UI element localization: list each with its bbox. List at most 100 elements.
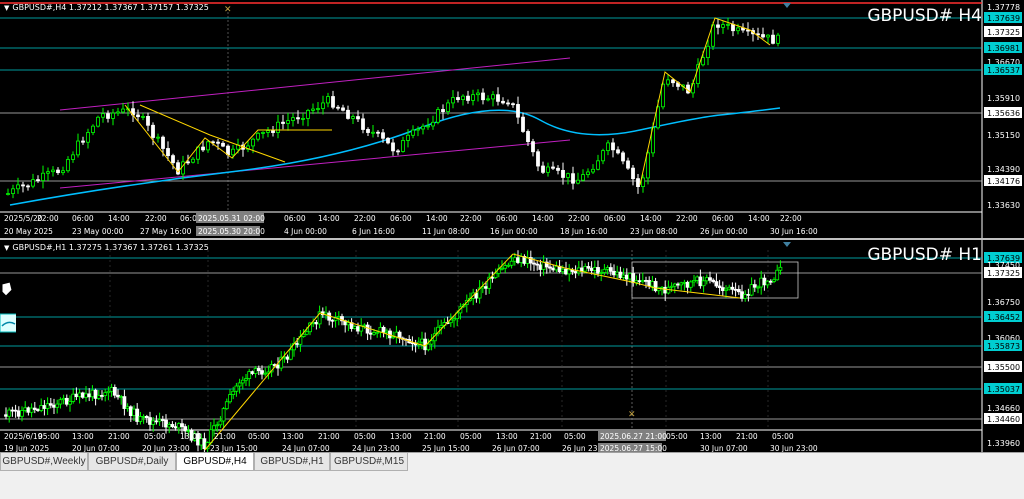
- h1-chart-canvas[interactable]: ✕1.376391.374501.373251.367501.364521.36…: [0, 240, 1024, 452]
- h1-candle: [116, 394, 120, 398]
- h1-candle: [624, 274, 629, 280]
- h1-candle: [778, 266, 783, 271]
- h1-candle: [84, 393, 88, 398]
- h1-candle: [644, 279, 648, 282]
- time-label: 14:00: [318, 214, 340, 223]
- chart-tab[interactable]: GBPUSD#,M15: [330, 453, 408, 471]
- h1-candle: [132, 408, 136, 417]
- h4-chart-canvas[interactable]: ✕ 1.377781.376391.373251.369811.366701.36…: [0, 0, 1024, 238]
- time-label: 06:00: [604, 214, 626, 223]
- chart-tab[interactable]: GBPUSD#,Weekly: [0, 453, 88, 471]
- h1-candle: [554, 265, 559, 271]
- h4-candle: [296, 117, 300, 120]
- h1-candle: [215, 424, 220, 427]
- h4-candle: [51, 169, 55, 173]
- h1-candle: [506, 264, 511, 267]
- time-label: 22:00: [460, 214, 482, 223]
- price-label: 1.33960: [987, 439, 1020, 448]
- price-label: 1.37325: [987, 269, 1020, 278]
- h1-candle: [336, 316, 341, 319]
- h4-candle: [586, 171, 590, 175]
- price-label: 1.37639: [987, 14, 1020, 23]
- h1-candle: [650, 281, 655, 287]
- h1-candle: [112, 387, 117, 396]
- h1-candle: [759, 277, 764, 288]
- h1-candle: [80, 392, 85, 398]
- h1-candle: [717, 285, 722, 288]
- h4-ohlc-text: GBPUSD#,H4 1.37212 1.37367 1.37157 1.373…: [12, 3, 209, 12]
- h1-candle: [295, 343, 300, 345]
- price-label: 1.34390: [987, 165, 1020, 174]
- h1-candle: [218, 420, 223, 426]
- chart-tab[interactable]: GBPUSD#,Daily: [88, 453, 176, 471]
- h1-candle: [535, 263, 540, 266]
- h4-candle: [31, 179, 35, 187]
- h1-candle: [711, 279, 716, 282]
- h1-candle: [429, 340, 434, 345]
- date-label: 2025.05.30 20:00: [198, 227, 265, 236]
- h1-candle: [135, 408, 140, 422]
- h4-candle: [576, 179, 580, 184]
- chart-tab[interactable]: GBPUSD#,H4: [176, 453, 254, 471]
- h4-candle: [726, 23, 730, 26]
- h1-candle: [202, 438, 207, 450]
- h1-candle: [365, 324, 370, 334]
- h4-candle: [56, 169, 60, 174]
- h1-candle: [551, 267, 556, 271]
- h1-candle: [676, 283, 680, 286]
- h1-candle: [314, 321, 319, 325]
- h1-candle: [208, 429, 213, 443]
- time-label: 05:00: [666, 432, 688, 441]
- chart-tab[interactable]: GBPUSD#,H1: [254, 453, 330, 471]
- h1-candle: [637, 280, 642, 283]
- h4-candle: [321, 102, 325, 109]
- price-label: 1.36537: [987, 66, 1020, 75]
- time-label: 22:00: [780, 214, 802, 223]
- h4-candle: [136, 114, 140, 118]
- h1-candle: [170, 424, 175, 428]
- h1-candle: [100, 394, 104, 397]
- h1-candle: [634, 280, 639, 284]
- h1-candle: [160, 419, 165, 421]
- h1-candle: [672, 283, 677, 287]
- time-label: 22:00: [354, 214, 376, 223]
- h1-candle: [589, 267, 594, 271]
- h1-candle: [87, 393, 92, 398]
- h1-candle: [490, 276, 495, 279]
- h1-chart-panel[interactable]: ✕ 1.37639 1.37450 1.37325 1.36750 1.36452 1.36…: [0, 240, 1024, 452]
- h4-candle: [86, 132, 90, 143]
- h4-candle: [261, 132, 265, 134]
- date-label: 2025.06.27 15:00: [600, 444, 667, 452]
- h4-candle: [636, 178, 640, 188]
- h4-candle: [401, 140, 405, 152]
- h4-candle: [591, 168, 595, 173]
- h4-chart-panel[interactable]: ✕ 1.37778 1.37639 1.37325 1.36981 1.36670 1.36…: [0, 0, 1024, 238]
- h4-candle: [766, 34, 770, 38]
- h1-candle: [247, 371, 252, 379]
- time-label: 22:00: [145, 214, 167, 223]
- h4-candle: [561, 169, 565, 178]
- h1-candle: [516, 257, 520, 263]
- pen-tool-icon[interactable]: [0, 280, 16, 302]
- h4-candle: [186, 161, 190, 164]
- h4-candle: [571, 173, 575, 184]
- time-label: 2025.06.27 21:00: [600, 432, 667, 441]
- h4-candle: [46, 171, 50, 174]
- h1-candle: [39, 405, 44, 411]
- date-label: 23 Jun 08:00: [630, 227, 678, 236]
- time-label: 13:00: [390, 432, 412, 441]
- h1-candle: [55, 403, 60, 408]
- h4-candle: [231, 148, 235, 156]
- h1-candle: [714, 281, 719, 287]
- h1-candle: [749, 284, 754, 296]
- trend-tool-icon[interactable]: [0, 312, 16, 334]
- h1-candle: [596, 267, 600, 274]
- h1-candle: [484, 286, 488, 289]
- price-label: 1.35037: [987, 385, 1020, 394]
- h4-candle: [201, 146, 205, 151]
- h1-candle: [301, 333, 306, 337]
- h4-candle: [36, 179, 40, 182]
- h1-candle: [532, 262, 536, 265]
- h4-candle: [91, 125, 95, 133]
- h1-candle: [602, 268, 607, 273]
